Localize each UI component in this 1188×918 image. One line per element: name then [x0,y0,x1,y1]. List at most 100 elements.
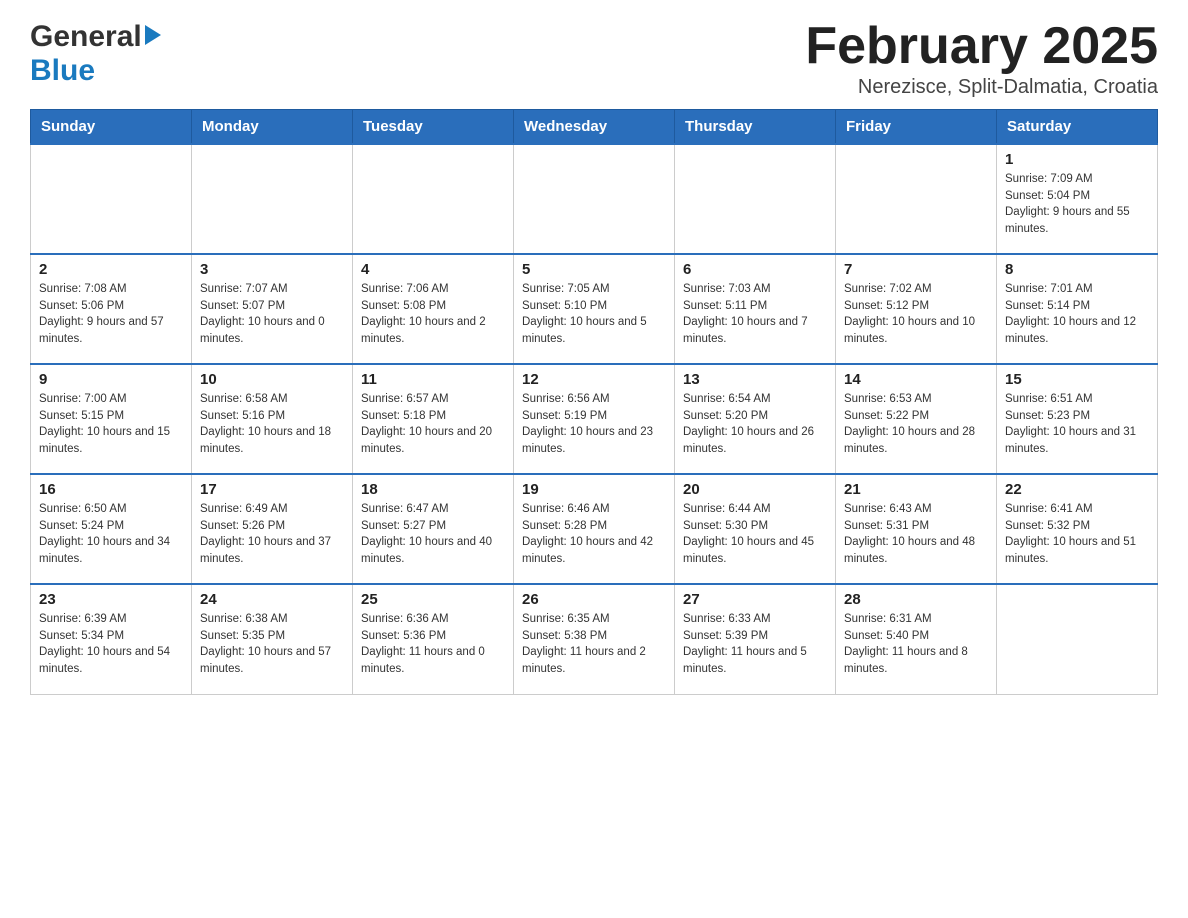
calendar-cell: 24 Sunrise: 6:38 AMSunset: 5:35 PMDayligh… [192,584,353,694]
day-number: 16 [39,481,183,498]
location-subtitle: Nerezisce, Split-Dalmatia, Croatia [805,76,1158,99]
day-info: Sunrise: 6:43 AMSunset: 5:31 PMDaylight:… [844,501,988,568]
calendar-header: SundayMondayTuesdayWednesdayThursdayFrid… [31,110,1158,145]
day-info: Sunrise: 6:31 AMSunset: 5:40 PMDaylight:… [844,611,988,678]
calendar-body: 1 Sunrise: 7:09 AMSunset: 5:04 PMDaylight… [31,144,1158,694]
calendar-cell: 3 Sunrise: 7:07 AMSunset: 5:07 PMDaylight… [192,254,353,364]
day-info: Sunrise: 6:46 AMSunset: 5:28 PMDaylight:… [522,501,666,568]
calendar-cell: 27Sunrise: 6:33 AMSunset: 5:39 PMDayligh… [675,584,836,694]
day-number: 1 [1005,151,1149,168]
header-day-thursday: Thursday [675,110,836,145]
day-info: Sunrise: 7:08 AMSunset: 5:06 PMDaylight:… [39,281,183,348]
calendar-cell: 14 Sunrise: 6:53 AMSunset: 5:22 PMDayligh… [836,364,997,474]
page-header: General Blue February 2025 Nerezisce, Sp… [30,20,1158,99]
day-info: Sunrise: 6:44 AMSunset: 5:30 PMDaylight:… [683,501,827,568]
calendar-cell [675,144,836,254]
day-number: 26 [522,591,666,608]
day-number: 23 [39,591,183,608]
day-number: 12 [522,371,666,388]
day-info: Sunrise: 6:38 AMSunset: 5:35 PMDaylight:… [200,611,344,678]
calendar-cell: 17Sunrise: 6:49 AMSunset: 5:26 PMDayligh… [192,474,353,584]
calendar-cell [514,144,675,254]
day-number: 14 [844,371,988,388]
day-info: Sunrise: 6:54 AMSunset: 5:20 PMDaylight:… [683,391,827,458]
day-info: Sunrise: 7:09 AMSunset: 5:04 PMDaylight:… [1005,171,1149,238]
day-number: 5 [522,261,666,278]
header-day-sunday: Sunday [31,110,192,145]
calendar-cell [192,144,353,254]
calendar-cell: 2 Sunrise: 7:08 AMSunset: 5:06 PMDaylight… [31,254,192,364]
header-row: SundayMondayTuesdayWednesdayThursdayFrid… [31,110,1158,145]
title-block: February 2025 Nerezisce, Split-Dalmatia,… [805,20,1158,99]
calendar-cell: 22 Sunrise: 6:41 AMSunset: 5:32 PMDayligh… [997,474,1158,584]
day-number: 24 [200,591,344,608]
logo-blue-text: Blue [30,54,95,88]
header-day-wednesday: Wednesday [514,110,675,145]
day-info: Sunrise: 6:50 AMSunset: 5:24 PMDaylight:… [39,501,183,568]
day-info: Sunrise: 6:51 AMSunset: 5:23 PMDaylight:… [1005,391,1149,458]
calendar-cell: 21 Sunrise: 6:43 AMSunset: 5:31 PMDayligh… [836,474,997,584]
day-number: 21 [844,481,988,498]
day-info: Sunrise: 7:01 AMSunset: 5:14 PMDaylight:… [1005,281,1149,348]
header-day-friday: Friday [836,110,997,145]
calendar-cell: 13 Sunrise: 6:54 AMSunset: 5:20 PMDayligh… [675,364,836,474]
header-day-monday: Monday [192,110,353,145]
day-number: 18 [361,481,505,498]
calendar-cell: 18 Sunrise: 6:47 AMSunset: 5:27 PMDayligh… [353,474,514,584]
logo-arrow-icon [145,25,161,45]
week-row-5: 23 Sunrise: 6:39 AMSunset: 5:34 PMDayligh… [31,584,1158,694]
day-info: Sunrise: 7:00 AMSunset: 5:15 PMDaylight:… [39,391,183,458]
day-number: 22 [1005,481,1149,498]
calendar-cell: 8 Sunrise: 7:01 AMSunset: 5:14 PMDaylight… [997,254,1158,364]
calendar-cell: 4Sunrise: 7:06 AMSunset: 5:08 PMDaylight… [353,254,514,364]
logo-general-text: General [30,20,142,54]
day-number: 6 [683,261,827,278]
day-number: 15 [1005,371,1149,388]
calendar-cell: 12 Sunrise: 6:56 AMSunset: 5:19 PMDayligh… [514,364,675,474]
header-day-saturday: Saturday [997,110,1158,145]
week-row-1: 1 Sunrise: 7:09 AMSunset: 5:04 PMDaylight… [31,144,1158,254]
calendar-cell: 28 Sunrise: 6:31 AMSunset: 5:40 PMDayligh… [836,584,997,694]
header-day-tuesday: Tuesday [353,110,514,145]
calendar-cell [31,144,192,254]
calendar-cell: 26Sunrise: 6:35 AMSunset: 5:38 PMDayligh… [514,584,675,694]
day-number: 8 [1005,261,1149,278]
day-info: Sunrise: 6:41 AMSunset: 5:32 PMDaylight:… [1005,501,1149,568]
calendar-cell: 20 Sunrise: 6:44 AMSunset: 5:30 PMDayligh… [675,474,836,584]
week-row-3: 9Sunrise: 7:00 AMSunset: 5:15 PMDaylight… [31,364,1158,474]
calendar-cell: 11Sunrise: 6:57 AMSunset: 5:18 PMDayligh… [353,364,514,474]
day-number: 3 [200,261,344,278]
day-info: Sunrise: 7:05 AMSunset: 5:10 PMDaylight:… [522,281,666,348]
day-info: Sunrise: 7:07 AMSunset: 5:07 PMDaylight:… [200,281,344,348]
calendar-cell [997,584,1158,694]
day-number: 2 [39,261,183,278]
calendar-cell: 25Sunrise: 6:36 AMSunset: 5:36 PMDayligh… [353,584,514,694]
day-info: Sunrise: 6:39 AMSunset: 5:34 PMDaylight:… [39,611,183,678]
logo: General Blue [30,20,161,88]
day-number: 13 [683,371,827,388]
day-number: 25 [361,591,505,608]
day-number: 20 [683,481,827,498]
day-info: Sunrise: 6:53 AMSunset: 5:22 PMDaylight:… [844,391,988,458]
day-info: Sunrise: 6:47 AMSunset: 5:27 PMDaylight:… [361,501,505,568]
day-number: 19 [522,481,666,498]
day-info: Sunrise: 7:06 AMSunset: 5:08 PMDaylight:… [361,281,505,348]
calendar-cell: 5 Sunrise: 7:05 AMSunset: 5:10 PMDaylight… [514,254,675,364]
day-info: Sunrise: 7:03 AMSunset: 5:11 PMDaylight:… [683,281,827,348]
day-info: Sunrise: 6:49 AMSunset: 5:26 PMDaylight:… [200,501,344,568]
day-info: Sunrise: 6:33 AMSunset: 5:39 PMDaylight:… [683,611,827,678]
calendar-cell: 1 Sunrise: 7:09 AMSunset: 5:04 PMDaylight… [997,144,1158,254]
calendar-cell: 7 Sunrise: 7:02 AMSunset: 5:12 PMDaylight… [836,254,997,364]
day-info: Sunrise: 6:58 AMSunset: 5:16 PMDaylight:… [200,391,344,458]
calendar-table: SundayMondayTuesdayWednesdayThursdayFrid… [30,109,1158,695]
day-number: 28 [844,591,988,608]
week-row-2: 2 Sunrise: 7:08 AMSunset: 5:06 PMDaylight… [31,254,1158,364]
calendar-cell: 23 Sunrise: 6:39 AMSunset: 5:34 PMDayligh… [31,584,192,694]
day-info: Sunrise: 6:56 AMSunset: 5:19 PMDaylight:… [522,391,666,458]
calendar-cell [836,144,997,254]
calendar-cell: 10Sunrise: 6:58 AMSunset: 5:16 PMDayligh… [192,364,353,474]
day-info: Sunrise: 7:02 AMSunset: 5:12 PMDaylight:… [844,281,988,348]
calendar-cell: 6 Sunrise: 7:03 AMSunset: 5:11 PMDaylight… [675,254,836,364]
day-number: 7 [844,261,988,278]
calendar-cell: 15 Sunrise: 6:51 AMSunset: 5:23 PMDayligh… [997,364,1158,474]
